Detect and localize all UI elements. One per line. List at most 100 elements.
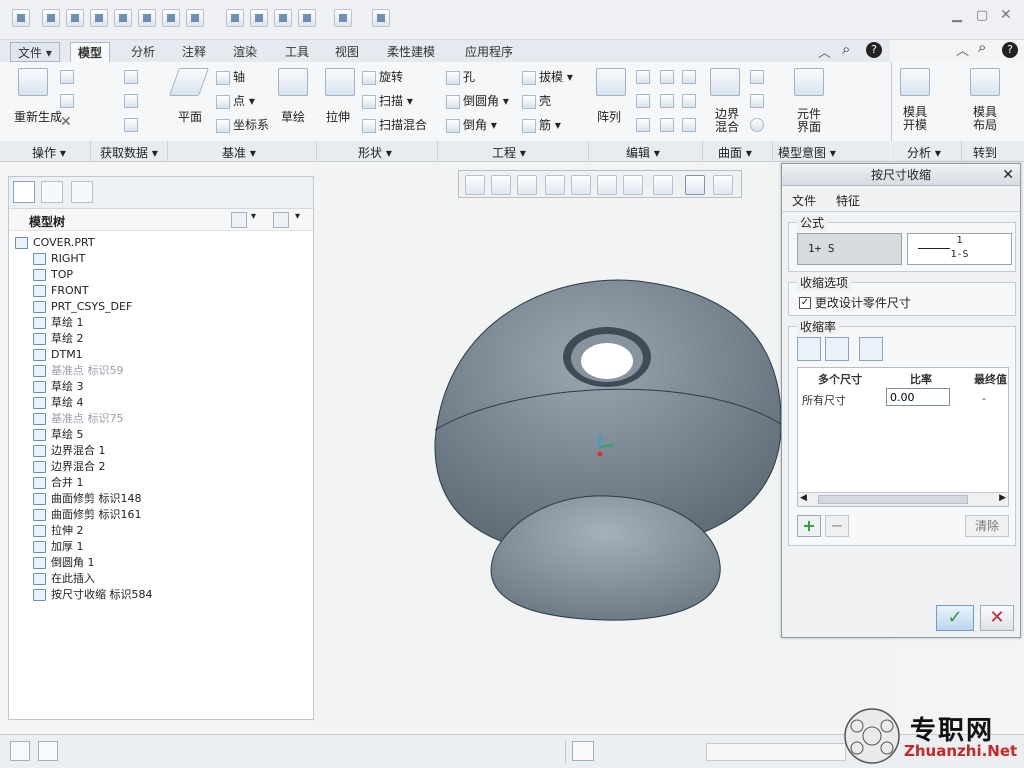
change-design-dims-checkbox[interactable]: ✓ 更改设计零件尺寸 <box>799 294 911 311</box>
mirror-icon[interactable] <box>636 70 650 84</box>
style-icon[interactable] <box>750 70 764 84</box>
tree-settings-icon[interactable] <box>231 212 247 228</box>
add-row-icon[interactable]: + <box>797 515 821 537</box>
refit-icon[interactable] <box>465 175 485 195</box>
tree-node[interactable]: 按尺寸收缩 标识584 <box>9 587 309 603</box>
settings-icon[interactable] <box>186 9 204 27</box>
pattern-button[interactable]: 阵列 <box>597 108 621 125</box>
app-icon[interactable] <box>12 9 30 27</box>
group-engineering[interactable]: 工程 ▾ <box>492 144 526 161</box>
ratio-input[interactable] <box>886 388 950 406</box>
copy-geometry-icon[interactable] <box>124 94 138 108</box>
plane-icon[interactable] <box>168 68 210 96</box>
tree-node[interactable]: 草绘 5 <box>9 427 309 443</box>
freestyle-icon[interactable] <box>750 94 764 108</box>
sweep-button[interactable]: 扫描 ▾ <box>362 92 413 109</box>
shell-button[interactable]: 壳 <box>522 92 551 109</box>
save-icon[interactable] <box>90 9 108 27</box>
open-folder-icon[interactable] <box>66 9 84 27</box>
group-goto[interactable]: 转到 <box>973 144 997 161</box>
undo-icon[interactable] <box>298 9 316 27</box>
find-icon[interactable] <box>572 741 594 761</box>
regenerate-icon[interactable] <box>114 9 132 27</box>
rib-button[interactable]: 筋 ▾ <box>522 116 561 133</box>
tree-node[interactable]: 草绘 1 <box>9 315 309 331</box>
tree-node[interactable]: 草绘 3 <box>9 379 309 395</box>
zoom-out-icon[interactable] <box>517 175 537 195</box>
sketch-button[interactable]: 草绘 <box>281 108 305 125</box>
paste-icon[interactable] <box>60 94 74 108</box>
cancel-button[interactable]: ✕ <box>980 605 1014 631</box>
tree-filter-icon[interactable] <box>273 212 289 228</box>
sketch-icon[interactable] <box>278 68 308 96</box>
formula-1-over-1-minus-s-button[interactable]: 1 1-S <box>907 233 1012 265</box>
annotation-display-icon[interactable] <box>713 175 733 195</box>
thicken-icon[interactable] <box>682 94 696 108</box>
tab-flexible-modeling[interactable]: 柔性建模 <box>380 42 442 62</box>
horizontal-scrollbar[interactable]: ◀ ▶ <box>798 492 1008 506</box>
select-dimensions-icon[interactable] <box>797 337 821 361</box>
user-defined-feature-icon[interactable] <box>124 70 138 84</box>
minimize-icon[interactable]: ▁ <box>952 8 962 23</box>
hole[interactable] <box>581 343 633 379</box>
saved-views-icon[interactable] <box>597 175 617 195</box>
maximize-icon[interactable]: ▢ <box>976 8 988 23</box>
repaint-icon[interactable] <box>545 175 565 195</box>
copy-icon[interactable] <box>60 70 74 84</box>
axis-button[interactable]: 轴 <box>216 68 245 85</box>
folder-browser-tab-icon[interactable] <box>41 181 63 203</box>
point-button[interactable]: 点 ▾ <box>216 92 255 109</box>
clear-button[interactable]: 清除 <box>965 515 1009 537</box>
intersect-icon[interactable] <box>660 118 674 132</box>
tree-node[interactable]: 草绘 2 <box>9 331 309 347</box>
check-icon[interactable] <box>250 9 268 27</box>
group-operations[interactable]: 操作 ▾ <box>32 144 66 161</box>
chevron-down-icon[interactable]: ▾ <box>251 211 256 222</box>
extrude-button[interactable]: 拉伸 <box>326 108 350 125</box>
group-editing[interactable]: 编辑 ▾ <box>626 144 660 161</box>
regenerate-icon[interactable] <box>18 68 48 96</box>
mold-open-icon[interactable] <box>900 68 930 96</box>
tree-node[interactable]: 基准点 标识75 <box>9 411 309 427</box>
tree-node[interactable]: 拉伸 2 <box>9 523 309 539</box>
mold-layout-icon[interactable] <box>970 68 1000 96</box>
tab-file[interactable]: 文件 ▾ <box>10 42 60 62</box>
menu-file[interactable]: 文件 <box>792 192 816 209</box>
mold-open-button[interactable]: 模具开模 <box>902 106 928 132</box>
collapse-icon[interactable]: ︿ <box>956 40 969 59</box>
browser-toggle-icon[interactable] <box>38 741 58 761</box>
round-button[interactable]: 倒圆角 ▾ <box>446 92 509 109</box>
component-interface-icon[interactable] <box>794 68 824 96</box>
extrude-icon[interactable] <box>325 68 355 96</box>
formula-1-plus-s-button[interactable]: 1+ S <box>797 233 902 265</box>
close-icon[interactable]: ✕ <box>1000 7 1012 23</box>
selection-filter[interactable] <box>706 743 846 761</box>
tree-node[interactable]: 合并 1 <box>9 475 309 491</box>
tree-node[interactable]: 倒圆角 1 <box>9 555 309 571</box>
window-icon[interactable] <box>138 9 156 27</box>
solidify-icon[interactable] <box>682 118 696 132</box>
shrinkwrap-icon[interactable] <box>124 118 138 132</box>
spin-center-icon[interactable] <box>685 175 705 195</box>
project-icon[interactable] <box>682 70 696 84</box>
swept-blend-button[interactable]: 扫描混合 <box>362 116 427 133</box>
delete-icon[interactable]: ✕ <box>60 114 72 130</box>
merge-icon[interactable] <box>660 70 674 84</box>
tree-node[interactable]: 在此插入 <box>9 571 309 587</box>
zoom-in-icon[interactable] <box>491 175 511 195</box>
select-features-icon[interactable] <box>825 337 849 361</box>
help-icon[interactable]: ? <box>866 42 882 58</box>
tree-node[interactable]: 边界混合 2 <box>9 459 309 475</box>
model-tree-tab-icon[interactable] <box>13 181 35 203</box>
scroll-left-icon[interactable]: ◀ <box>800 493 807 503</box>
boundary-blend-icon[interactable] <box>710 68 740 96</box>
scrollbar-thumb[interactable] <box>818 495 968 504</box>
redo-icon[interactable] <box>334 9 352 27</box>
ok-button[interactable]: ✓ <box>936 605 974 631</box>
pattern-icon[interactable] <box>596 68 626 96</box>
chamfer-button[interactable]: 倒角 ▾ <box>446 116 497 133</box>
draft-button[interactable]: 拔模 ▾ <box>522 68 573 85</box>
remove-row-icon[interactable]: − <box>825 515 849 537</box>
component-interface-button[interactable]: 元件界面 <box>794 108 824 134</box>
tab-view[interactable]: 视图 <box>328 42 366 62</box>
